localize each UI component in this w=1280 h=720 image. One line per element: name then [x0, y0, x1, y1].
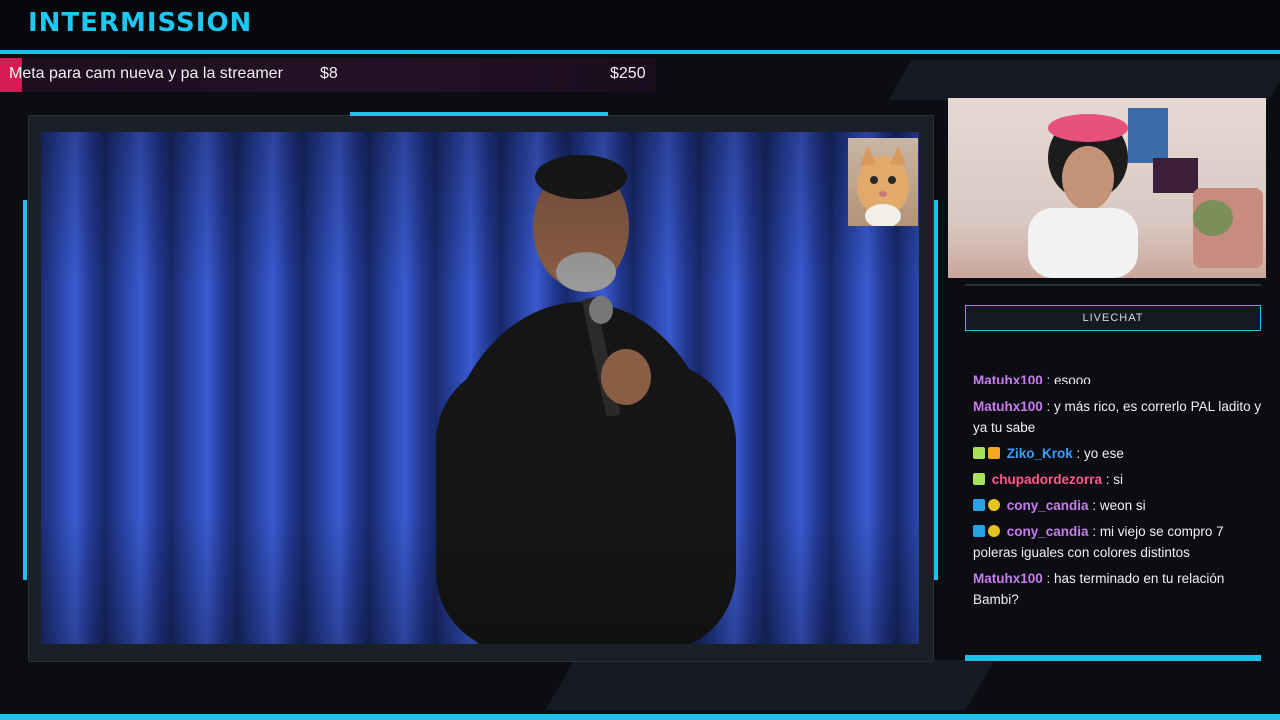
- chat-message: chupadordezorra : si: [973, 469, 1273, 490]
- chat-username: cony_candia: [1006, 524, 1089, 539]
- livechat-header: LIVECHAT: [965, 305, 1261, 331]
- chat-username: Matuhx100: [973, 399, 1043, 414]
- crown-badge-icon: [988, 447, 1000, 459]
- goal-label: Meta para cam nueva y pa la streamer: [9, 65, 283, 82]
- main-video: [41, 132, 919, 644]
- chat-username: Matuhx100: [973, 571, 1043, 586]
- coin-badge-icon: [988, 499, 1000, 511]
- scene-title: INTERMISSION: [28, 8, 253, 38]
- cat-badge-icon: [973, 447, 985, 459]
- background-shard: [888, 60, 1280, 100]
- chat-username: Matuhx100: [973, 373, 1043, 384]
- top-accent-line: [0, 50, 1280, 54]
- frame-left-accent: [23, 200, 27, 580]
- frame-top-accent: [350, 112, 608, 116]
- chat-text: : esooo: [1042, 373, 1091, 384]
- chat-username: cony_candia: [1006, 498, 1089, 513]
- webcam-scene: [1028, 108, 1263, 278]
- comedian-figure: [436, 155, 736, 644]
- star-badge-icon: [973, 525, 985, 537]
- webcam-divider: [965, 284, 1261, 286]
- cat-overlay-image: [848, 138, 918, 226]
- chat-message: Matuhx100 : has terminado en tu relación…: [973, 568, 1253, 610]
- chat-username: Ziko_Krok: [1006, 446, 1073, 461]
- goal-current-amount: $8: [320, 65, 338, 82]
- cat-badge-icon: [973, 473, 985, 485]
- cat-icon: [857, 146, 909, 226]
- chat-message: Matuhx100 : esooo: [973, 370, 1273, 384]
- coin-badge-icon: [988, 525, 1000, 537]
- streamer-webcam: [948, 98, 1266, 278]
- frame-right-accent: [934, 200, 938, 580]
- livechat-bottom-accent: [965, 655, 1261, 661]
- chat-text: : weon si: [1088, 498, 1146, 513]
- goal-target-amount: $250: [610, 65, 646, 82]
- chat-message: cony_candia : mi viejo se compro 7 poler…: [973, 521, 1253, 563]
- chat-text: : yo ese: [1072, 446, 1124, 461]
- donation-goal-bar: Meta para cam nueva y pa la streamer $8 …: [0, 58, 656, 92]
- background-shard: [545, 660, 995, 710]
- star-badge-icon: [973, 499, 985, 511]
- chat-message: Matuhx100 : y más rico, es correrlo PAL …: [973, 396, 1273, 438]
- bottom-accent-line: [0, 714, 1280, 720]
- chat-text: : si: [1102, 472, 1124, 487]
- livechat-panel: LIVECHAT Matuhx100 : esooo Matuhx100 : y…: [965, 305, 1261, 661]
- top-bar: INTERMISSION: [0, 0, 1280, 52]
- chat-message: Ziko_Krok : yo ese: [973, 443, 1273, 464]
- chat-username: chupadordezorra: [991, 472, 1103, 487]
- chat-message: cony_candia : weon si: [973, 495, 1273, 516]
